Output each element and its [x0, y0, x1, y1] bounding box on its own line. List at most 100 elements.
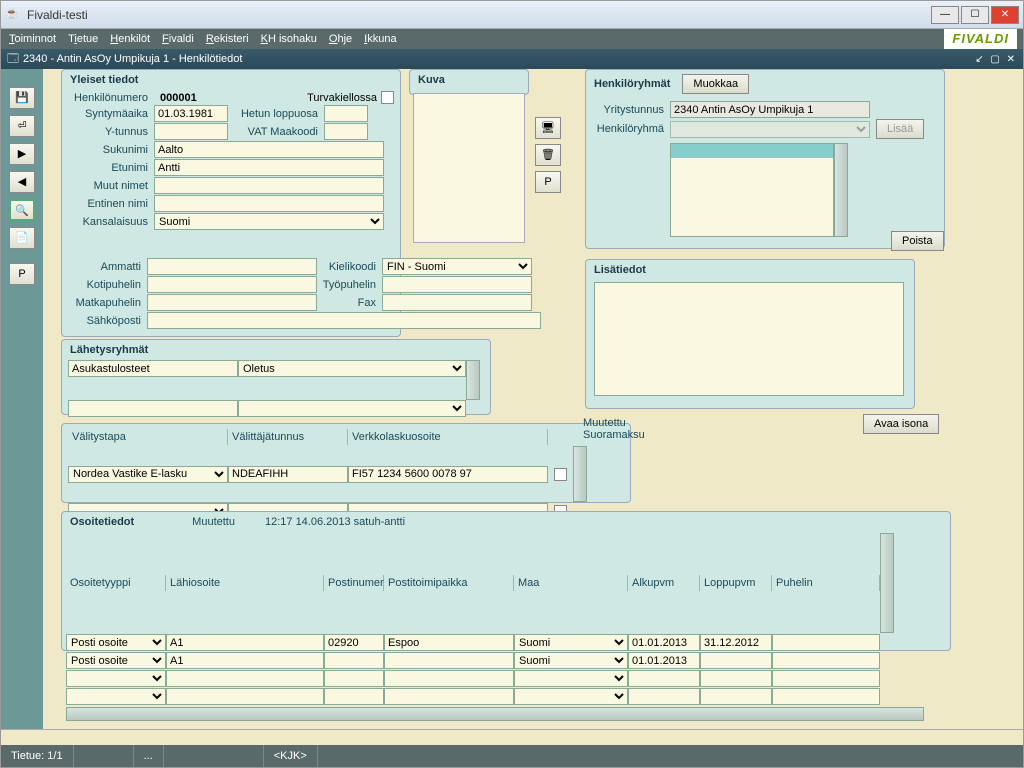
osoite-scroll-h[interactable]: [66, 707, 924, 721]
matkapuhelin-field[interactable]: [147, 294, 317, 311]
valittajatunnus-field[interactable]: [228, 466, 348, 483]
close-button[interactable]: ✕: [991, 6, 1019, 24]
kansalaisuus-select[interactable]: Suomi: [154, 213, 384, 230]
titlebar: ☕ Fivaldi-testi — ☐ ✕: [1, 1, 1023, 29]
turvakiellossa-checkbox[interactable]: [381, 91, 394, 104]
maa-2[interactable]: [514, 670, 628, 687]
muokkaa-button[interactable]: Muokkaa: [682, 74, 749, 94]
postinumero-0[interactable]: [324, 634, 384, 651]
postinumero-2[interactable]: [324, 670, 384, 687]
puhelin-2[interactable]: [772, 670, 880, 687]
verkko-scroll[interactable]: [573, 446, 587, 502]
lisatiedot-textarea[interactable]: [594, 282, 904, 396]
menu-toiminnot[interactable]: Toiminnot: [9, 33, 56, 45]
minimize-button[interactable]: —: [931, 6, 959, 24]
henkiloryhma-scroll[interactable]: [834, 143, 848, 237]
menu-fivaldi[interactable]: Fivaldi: [162, 33, 194, 45]
save-icon[interactable]: 💾: [9, 87, 35, 109]
lisatiedot-panel: Lisätiedot: [585, 259, 915, 409]
kotipuhelin-field[interactable]: [147, 276, 317, 293]
vat-field[interactable]: [324, 123, 368, 140]
postinumero-1[interactable]: [324, 652, 384, 669]
lahiosoite-3[interactable]: [166, 688, 324, 705]
puhelin-0[interactable]: [772, 634, 880, 651]
menu-ikkuna[interactable]: Ikkuna: [364, 33, 396, 45]
subwindow-controls[interactable]: ↙ ▢ ✕: [975, 54, 1017, 65]
postinumero-3[interactable]: [324, 688, 384, 705]
suoramaksu-cbx-1[interactable]: [554, 468, 567, 481]
search-icon[interactable]: 🔍: [9, 199, 35, 221]
tyopuhelin-field[interactable]: [382, 276, 532, 293]
maa-0[interactable]: Suomi: [514, 634, 628, 651]
poista-button[interactable]: Poista: [891, 231, 944, 251]
exit-icon[interactable]: ⏎: [9, 115, 35, 137]
osoitetyyppi-1[interactable]: Posti osoite: [66, 652, 166, 669]
lisaa-button: Lisää: [876, 119, 924, 139]
postitoimipaikka-0[interactable]: [384, 634, 514, 651]
doc-icon[interactable]: 📄: [9, 227, 35, 249]
henkilonumero-value: 000001: [160, 92, 197, 104]
postitoimipaikka-2[interactable]: [384, 670, 514, 687]
next-icon[interactable]: ▶: [9, 143, 35, 165]
valitystapa-header: Välitystapa: [68, 429, 228, 445]
loppupvm-0[interactable]: [700, 634, 772, 651]
valitystapa-select[interactable]: Nordea Vastike E-lasku: [68, 466, 228, 483]
osoitetyyppi-2[interactable]: [66, 670, 166, 687]
ytunnus-field[interactable]: [154, 123, 228, 140]
fax-field[interactable]: [382, 294, 532, 311]
loppupvm-1[interactable]: [700, 652, 772, 669]
menu-ohje[interactable]: Ohje: [329, 33, 352, 45]
lahetys-r2c2[interactable]: [238, 400, 466, 417]
kielikoodi-select[interactable]: FIN - Suomi: [382, 258, 532, 275]
lahiosoite-0[interactable]: [166, 634, 324, 651]
henkiloryhma-list[interactable]: [670, 143, 834, 237]
kuva-p-button[interactable]: P: [535, 171, 561, 193]
loppupvm-2[interactable]: [700, 670, 772, 687]
lisatiedot-title: Lisätiedot: [586, 260, 914, 280]
ammatti-field[interactable]: [147, 258, 317, 275]
lahetys-col1[interactable]: [68, 360, 238, 377]
avaa-isona-button[interactable]: Avaa isona: [863, 414, 939, 434]
syntymaaika-field[interactable]: [154, 105, 228, 122]
etunimi-field[interactable]: [154, 159, 384, 176]
lahiosoite-1[interactable]: [166, 652, 324, 669]
muut-field[interactable]: [154, 177, 384, 194]
hetun-label: Hetun loppuosa: [228, 108, 324, 120]
postitoimipaikka-1[interactable]: [384, 652, 514, 669]
loppupvm-3[interactable]: [700, 688, 772, 705]
sukunimi-field[interactable]: [154, 141, 384, 158]
alkupvm-0[interactable]: [628, 634, 700, 651]
prev-icon[interactable]: ◀: [9, 171, 35, 193]
alkupvm-1[interactable]: [628, 652, 700, 669]
osoite-row-3: [66, 688, 946, 705]
menu-henkilot[interactable]: Henkilöt: [110, 33, 150, 45]
osoite-scroll-v[interactable]: [880, 533, 894, 633]
menu-tietue[interactable]: Tietue: [68, 33, 98, 45]
puhelin-1[interactable]: [772, 652, 880, 669]
osoitetyyppi-0[interactable]: Posti osoite: [66, 634, 166, 651]
p-button[interactable]: P: [9, 263, 35, 285]
hetun-field[interactable]: [324, 105, 368, 122]
maa-3[interactable]: [514, 688, 628, 705]
yritystunnus-field: [670, 101, 870, 118]
menu-khisohaku[interactable]: KH isohaku: [261, 33, 317, 45]
henkiloryhma-select: [670, 121, 870, 138]
postitoimipaikka-3[interactable]: [384, 688, 514, 705]
maa-1[interactable]: Suomi: [514, 652, 628, 669]
osoitetyyppi-3[interactable]: [66, 688, 166, 705]
lahetys-r2c1[interactable]: [68, 400, 238, 417]
menu-rekisteri[interactable]: Rekisteri: [206, 33, 249, 45]
kuva-box: [413, 93, 525, 243]
sahkoposti-field[interactable]: [147, 312, 541, 329]
alkupvm-3[interactable]: [628, 688, 700, 705]
kuva-trash-icon[interactable]: 🗑: [535, 144, 561, 166]
lahetys-col2[interactable]: Oletus: [238, 360, 466, 377]
lahetys-scroll[interactable]: [466, 360, 480, 400]
puhelin-3[interactable]: [772, 688, 880, 705]
kuva-monitor-icon[interactable]: 🖥: [535, 117, 561, 139]
alkupvm-2[interactable]: [628, 670, 700, 687]
maximize-button[interactable]: ☐: [961, 6, 989, 24]
verkkolaskuosoite-field[interactable]: [348, 466, 548, 483]
lahiosoite-2[interactable]: [166, 670, 324, 687]
entinen-field[interactable]: [154, 195, 384, 212]
